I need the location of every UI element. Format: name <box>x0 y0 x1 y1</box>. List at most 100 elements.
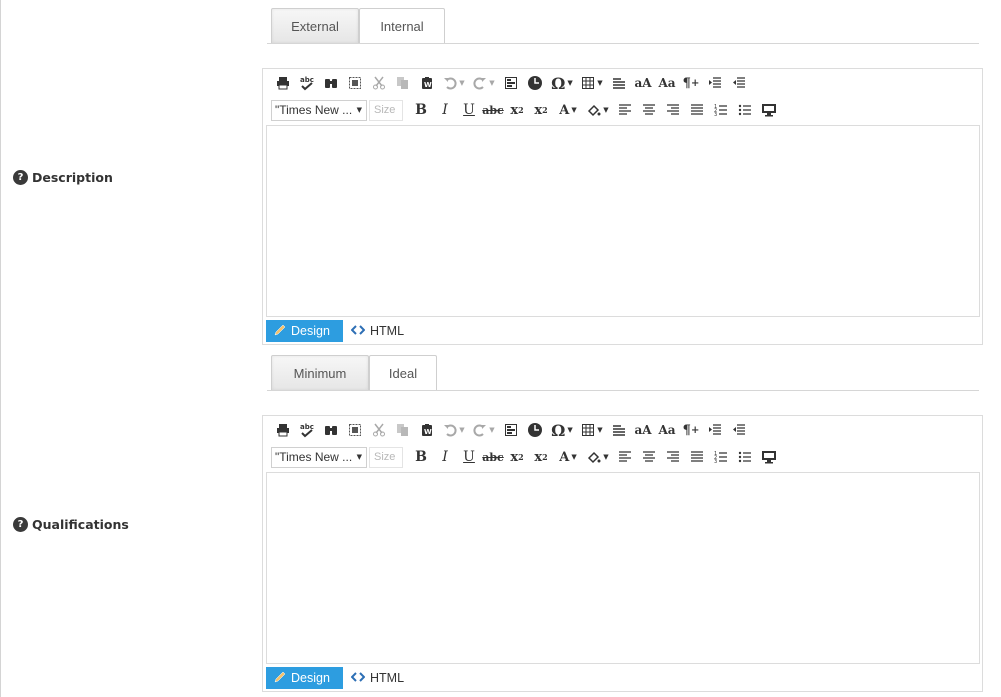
tab-external[interactable]: External <box>271 8 359 43</box>
strikethrough-icon[interactable]: abc <box>481 99 505 121</box>
fullscreen-icon[interactable] <box>757 446 781 468</box>
ordered-list-icon[interactable]: 123 <box>709 99 733 121</box>
toolbar-row-2: "Times New ... ▼ Size B I U abc x2 x2 A ▼… <box>271 99 781 121</box>
editor-content-area[interactable] <box>266 125 980 317</box>
indent-icon[interactable] <box>703 72 727 94</box>
align-right-icon[interactable] <box>661 99 685 121</box>
font-size-select[interactable]: Size <box>369 446 403 468</box>
align-right-icon[interactable] <box>661 446 685 468</box>
special-char-icon[interactable]: Ω ▼ <box>547 72 577 94</box>
find-icon[interactable] <box>319 72 343 94</box>
form-icon[interactable] <box>499 419 523 441</box>
description-tabs: External Internal <box>267 8 979 44</box>
font-size-icon[interactable]: aA <box>631 72 655 94</box>
table-icon[interactable]: ▼ <box>577 72 607 94</box>
case-icon[interactable]: Aa <box>655 419 679 441</box>
justify-icon[interactable] <box>685 99 709 121</box>
insert-media-icon[interactable] <box>523 72 547 94</box>
copy-icon[interactable] <box>391 72 415 94</box>
case-icon[interactable]: Aa <box>655 72 679 94</box>
unordered-list-icon[interactable] <box>733 446 757 468</box>
description-label-text: Description <box>32 170 113 185</box>
ordered-list-icon[interactable]: 123 <box>709 446 733 468</box>
design-mode-button[interactable]: Design <box>266 667 343 689</box>
select-all-icon[interactable] <box>343 419 367 441</box>
font-family-select[interactable]: "Times New ... ▼ <box>271 446 367 468</box>
unordered-list-icon[interactable] <box>733 99 757 121</box>
print-icon[interactable] <box>271 419 295 441</box>
bold-icon[interactable]: B <box>409 99 433 121</box>
code-icon <box>350 324 366 339</box>
show-paragraph-icon[interactable]: ¶ + <box>679 419 703 441</box>
design-mode-label: Design <box>291 324 330 338</box>
italic-icon[interactable]: I <box>433 99 457 121</box>
font-size-select[interactable]: Size <box>369 99 403 121</box>
highlight-icon[interactable]: ▼ <box>583 99 613 121</box>
show-paragraph-icon[interactable]: ¶ + <box>679 72 703 94</box>
fullscreen-icon[interactable] <box>757 99 781 121</box>
bold-icon[interactable]: B <box>409 446 433 468</box>
align-left-icon[interactable] <box>613 446 637 468</box>
tab-ideal[interactable]: Ideal <box>369 355 437 390</box>
find-icon[interactable] <box>319 419 343 441</box>
qualifications-tabs: Minimum Ideal <box>267 355 979 391</box>
html-mode-button[interactable]: HTML <box>343 667 412 689</box>
design-mode-button[interactable]: Design <box>266 320 343 342</box>
mode-bar: Design HTML <box>266 667 412 689</box>
html-mode-label: HTML <box>370 324 405 338</box>
align-center-icon[interactable] <box>637 99 661 121</box>
tab-minimum[interactable]: Minimum <box>271 355 369 390</box>
underline-icon[interactable]: U <box>457 446 481 468</box>
align-center-icon[interactable] <box>637 446 661 468</box>
html-mode-label: HTML <box>370 671 405 685</box>
editor-content-area[interactable] <box>266 472 980 664</box>
superscript-icon[interactable]: x2 <box>505 99 529 121</box>
redo-icon[interactable]: ▼ <box>469 72 499 94</box>
paste-word-icon[interactable]: W <box>415 419 439 441</box>
superscript-icon[interactable]: x2 <box>505 446 529 468</box>
font-family-value: "Times New ... <box>275 450 353 464</box>
spellcheck-icon[interactable]: abc <box>295 72 319 94</box>
description-label: ? Description <box>13 170 113 185</box>
cut-icon[interactable] <box>367 72 391 94</box>
subscript-icon[interactable]: x2 <box>529 446 553 468</box>
insert-media-icon[interactable] <box>523 419 547 441</box>
italic-icon[interactable]: I <box>433 446 457 468</box>
copy-icon[interactable] <box>391 419 415 441</box>
indent-icon[interactable] <box>703 419 727 441</box>
help-icon[interactable]: ? <box>13 170 28 185</box>
subscript-icon[interactable]: x2 <box>529 99 553 121</box>
description-editor: abc W ▼ ▼ Ω ▼ ▼ aA Aa ¶ + "Times New ... ▼… <box>262 68 983 345</box>
print-icon[interactable] <box>271 72 295 94</box>
align-left-icon[interactable] <box>613 99 637 121</box>
underline-icon[interactable]: U <box>457 99 481 121</box>
paragraph-format-icon[interactable] <box>607 72 631 94</box>
cut-icon[interactable] <box>367 419 391 441</box>
strikethrough-icon[interactable]: abc <box>481 446 505 468</box>
chevron-down-icon: ▼ <box>356 106 362 114</box>
select-all-icon[interactable] <box>343 72 367 94</box>
tab-internal[interactable]: Internal <box>359 8 445 43</box>
justify-icon[interactable] <box>685 446 709 468</box>
font-family-select[interactable]: "Times New ... ▼ <box>271 99 367 121</box>
special-char-icon[interactable]: Ω ▼ <box>547 419 577 441</box>
font-color-icon[interactable]: A ▼ <box>553 446 583 468</box>
paste-word-icon[interactable]: W <box>415 72 439 94</box>
help-icon[interactable]: ? <box>13 517 28 532</box>
redo-icon[interactable]: ▼ <box>469 419 499 441</box>
undo-icon[interactable]: ▼ <box>439 72 469 94</box>
outdent-icon[interactable] <box>727 72 751 94</box>
outdent-icon[interactable] <box>727 419 751 441</box>
form-icon[interactable] <box>499 72 523 94</box>
spellcheck-icon[interactable]: abc <box>295 419 319 441</box>
table-icon[interactable]: ▼ <box>577 419 607 441</box>
paragraph-format-icon[interactable] <box>607 419 631 441</box>
highlight-icon[interactable]: ▼ <box>583 446 613 468</box>
font-size-icon[interactable]: aA <box>631 419 655 441</box>
mode-bar: Design HTML <box>266 320 412 342</box>
html-mode-button[interactable]: HTML <box>343 320 412 342</box>
svg-text:W: W <box>424 428 432 436</box>
undo-icon[interactable]: ▼ <box>439 419 469 441</box>
font-color-icon[interactable]: A ▼ <box>553 99 583 121</box>
qualifications-editor: abc W ▼ ▼ Ω ▼ ▼ aA Aa ¶ + "Times New ... ▼… <box>262 415 983 692</box>
